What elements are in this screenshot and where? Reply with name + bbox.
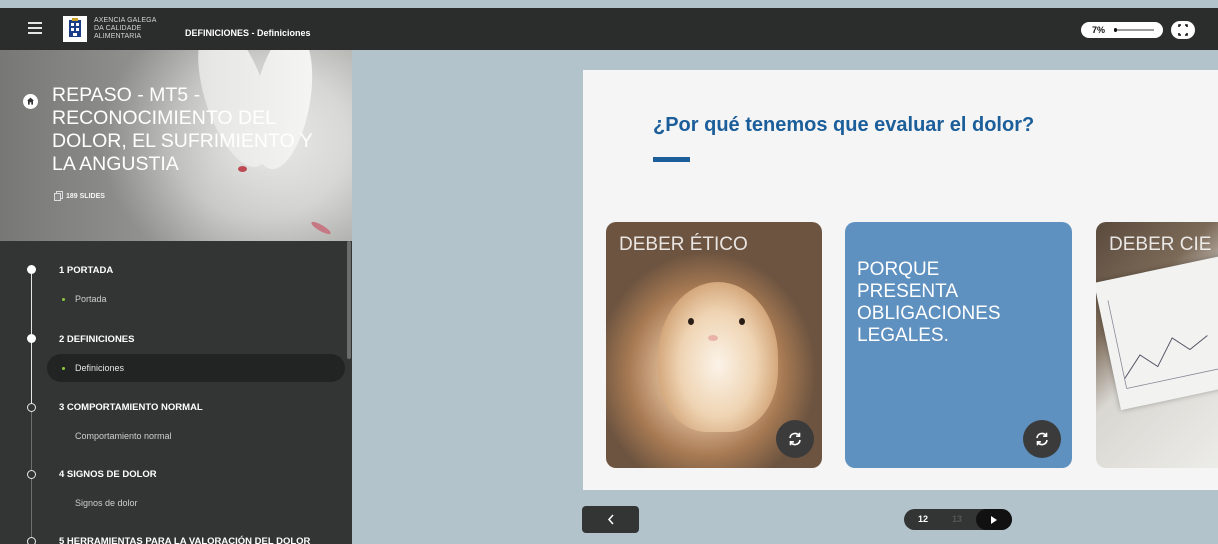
agency-logo	[63, 16, 87, 42]
slide-panel: ¿Por qué tenemos que evaluar el dolor? D…	[583, 70, 1218, 490]
lesson-title: DEFINICIONES - Definiciones	[185, 28, 311, 38]
refresh-icon	[1036, 432, 1048, 446]
title-underline	[653, 157, 690, 162]
item-portada[interactable]: Portada	[75, 294, 107, 304]
slide-title: ¿Por qué tenemos que evaluar el dolor?	[653, 114, 1035, 136]
course-hero-image: REPASO - MT5 - RECONOCIMIENTO DEL DOLOR,…	[0, 50, 352, 241]
previous-slide-button[interactable]	[582, 506, 639, 533]
card-heading: DEBER ÉTICO	[619, 234, 748, 255]
progress-track	[1114, 28, 1154, 32]
progress-fill	[1114, 28, 1117, 32]
sidebar: REPASO - MT5 - RECONOCIMIENTO DEL DOLOR,…	[0, 50, 352, 544]
next-slide-number: 13	[952, 514, 963, 524]
section-node-pending	[27, 537, 36, 544]
progress-indicator: 7%	[1081, 22, 1163, 38]
section-signos-de-dolor[interactable]: 4 SIGNOS DE DOLOR	[59, 469, 157, 480]
course-outline: 1 PORTADA Portada 2 DEFINICIONES Definic…	[0, 241, 352, 544]
fullscreen-button[interactable]	[1171, 21, 1195, 39]
section-herramientas[interactable]: 5 HERRAMIENTAS PARA LA VALORACIÓN DEL DO…	[59, 536, 310, 544]
section-node-done	[27, 265, 36, 274]
flip-card-deber-cientifico[interactable]: DEBER CIE	[1096, 222, 1218, 468]
item-active-bullet	[62, 367, 65, 370]
flip-card-deber-etico[interactable]: DEBER ÉTICO	[606, 222, 822, 468]
section-comportamiento-normal[interactable]: 3 COMPORTAMIENTO NORMAL	[59, 402, 203, 413]
outline-scrollbar[interactable]	[347, 241, 351, 359]
section-node-done	[27, 334, 36, 343]
flip-card-obligaciones-legales[interactable]: PORQUE PRESENTA OBLIGACIONES LEGALES.	[845, 222, 1072, 468]
item-definiciones[interactable]: Definiciones	[75, 363, 124, 373]
chart-paper-photo	[1096, 253, 1218, 411]
copy-icon	[54, 191, 63, 201]
play-icon	[991, 516, 997, 524]
section-definiciones[interactable]: 2 DEFINICIONES	[59, 334, 135, 345]
flip-button[interactable]	[1023, 420, 1061, 458]
next-slide-button[interactable]	[976, 509, 1012, 530]
section-portada[interactable]: 1 PORTADA	[59, 265, 113, 276]
home-icon	[27, 97, 34, 105]
refresh-icon	[789, 432, 801, 446]
home-button[interactable]	[23, 94, 38, 109]
card-body: PORQUE PRESENTA OBLIGACIONES LEGALES.	[857, 259, 1001, 346]
flip-button[interactable]	[776, 420, 814, 458]
hamster-photo	[658, 282, 778, 432]
section-node-pending	[27, 403, 36, 412]
agency-name: AXENCIA GALEGA DA CALIDADE ALIMENTARIA	[94, 17, 157, 40]
menu-icon[interactable]	[28, 22, 42, 34]
slide-pager: 12 13	[904, 509, 1012, 530]
expand-icon	[1178, 24, 1188, 36]
chevron-left-icon	[607, 514, 614, 525]
progress-percent: 7%	[1092, 25, 1106, 35]
item-done-bullet	[62, 298, 65, 301]
course-title: REPASO - MT5 - RECONOCIMIENTO DEL DOLOR,…	[52, 84, 313, 175]
current-slide-number: 12	[918, 514, 929, 524]
card-heading: DEBER CIE	[1109, 234, 1212, 255]
section-node-pending	[27, 470, 36, 479]
top-bar: AXENCIA GALEGA DA CALIDADE ALIMENTARIA D…	[0, 8, 1218, 50]
course-player: AXENCIA GALEGA DA CALIDADE ALIMENTARIA D…	[0, 0, 1218, 544]
item-comportamiento-normal[interactable]: Comportamiento normal	[75, 431, 172, 441]
item-signos-de-dolor[interactable]: Signos de dolor	[75, 498, 138, 508]
